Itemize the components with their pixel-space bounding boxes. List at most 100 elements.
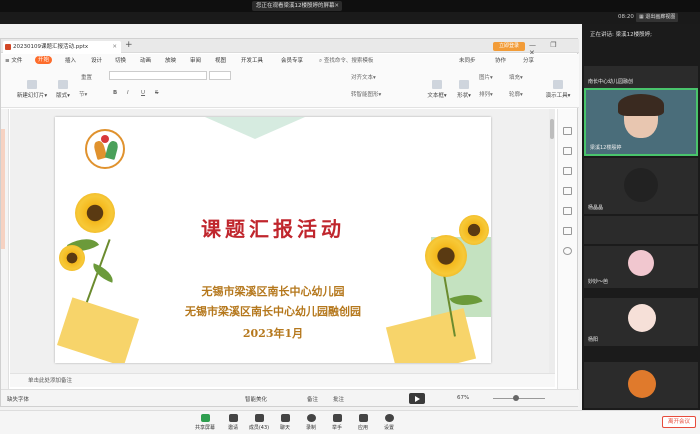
apps-label: 应用 [357, 425, 368, 431]
participant-name: 梁溪12楼殷婷 [590, 145, 622, 151]
smartart-button[interactable]: 转智能图形▾ [351, 90, 381, 98]
underline-button[interactable]: U [141, 90, 145, 96]
share-screen-label: 共享屏幕 [194, 425, 215, 431]
layout-button[interactable]: 版式▾ [53, 80, 73, 99]
tab-design[interactable]: 设计 [91, 56, 102, 64]
collab-button[interactable]: 协作 [495, 56, 506, 64]
tab-member[interactable]: 会员专享 [281, 56, 303, 64]
share-screen-icon [200, 414, 210, 422]
section-button[interactable]: 节▾ [79, 90, 87, 98]
chat-button[interactable]: 聊天 [272, 414, 298, 431]
tab-view[interactable]: 视图 [215, 56, 226, 64]
participant-tile[interactable]: 南长中心幼儿园融创 [584, 66, 698, 88]
kindergarten-logo [85, 129, 125, 169]
document-tab[interactable]: 20230109课题汇报活动.pptx ✕ [3, 41, 121, 53]
slides-icon[interactable] [563, 167, 572, 175]
side-tool-panel [557, 109, 577, 389]
invite-button[interactable]: 邀请 [220, 414, 246, 431]
pen-icon[interactable] [563, 147, 572, 155]
settings-button[interactable]: 设置 [376, 414, 402, 431]
thumbnail-rail[interactable] [1, 109, 9, 389]
vertical-scrollbar[interactable] [549, 109, 555, 373]
align-text-button[interactable]: 对齐文本▾ [351, 73, 376, 81]
record-icon [306, 414, 316, 422]
apps-button[interactable]: 应用 [350, 414, 376, 431]
wps-window: 20230109课题汇报活动.pptx ✕ + 立即登录 — ❐ ✕ ≡ 文件 … [0, 38, 579, 407]
zoom-level[interactable]: 67% [457, 395, 469, 401]
leave-meeting-button[interactable]: 离开会议 [662, 416, 696, 428]
help-icon[interactable] [563, 247, 572, 255]
record-button[interactable]: 录制 [298, 414, 324, 431]
tab-transition[interactable]: 切换 [115, 56, 126, 64]
chat-icon [280, 414, 290, 422]
scroll-thumb[interactable] [550, 119, 554, 139]
settings-label: 设置 [383, 425, 394, 431]
gallery-view-button[interactable]: ▦ 退出画廊视图 [636, 13, 679, 22]
zoom-slider-knob[interactable] [513, 395, 519, 401]
tab-animation[interactable]: 动画 [140, 56, 151, 64]
tab-slideshow[interactable]: 放映 [165, 56, 176, 64]
menu-bar: ≡ 文件 开始 插入 设计 切换 动画 放映 审阅 视图 开发工具 会员专享 ⌕… [1, 54, 579, 66]
participant-tile[interactable]: 杨晶晶 [584, 158, 698, 214]
slide[interactable]: 课题汇报活动 无锡市梁溪区南长中心幼儿园 无锡市梁溪区南长中心幼儿园融创园 20… [55, 117, 491, 363]
participant-name: 南长中心幼儿园融创 [588, 79, 634, 85]
style-icon[interactable] [563, 227, 572, 235]
participant-tile-active[interactable]: 梁溪12楼殷婷 [584, 88, 698, 156]
status-bar: 缺失字体 智能美化 备注 批注 67% [1, 389, 579, 406]
outline-button[interactable]: 轮廓▾ [509, 90, 523, 98]
annotate-toggle[interactable]: 批注 [333, 395, 344, 403]
arrange-button[interactable]: 排列▾ [479, 90, 493, 98]
current-thumbnail[interactable] [1, 129, 5, 249]
textbox-button[interactable]: 文本框▾ [425, 80, 449, 99]
slide-date: 2023年1月 [242, 327, 304, 340]
font-family-select[interactable] [109, 71, 207, 80]
tab-review[interactable]: 审阅 [190, 56, 201, 64]
command-search[interactable]: ⌕ 查找命令、搜索模板 [319, 56, 373, 65]
missing-font-indicator[interactable]: 缺失字体 [7, 395, 29, 403]
zoom-slider[interactable] [493, 395, 545, 401]
play-slideshow-button[interactable] [409, 393, 425, 404]
participant-tile[interactable]: 杨阳 [584, 298, 698, 346]
notes-toggle[interactable]: 备注 [307, 395, 318, 403]
participant-tile[interactable] [584, 362, 698, 408]
layout-icon [58, 80, 68, 89]
sunflower [59, 245, 85, 271]
share-button[interactable]: 分享 [523, 56, 534, 64]
menu-file[interactable]: ≡ 文件 [5, 56, 22, 64]
participant-tile[interactable]: 妙妙～芭 [584, 246, 698, 288]
new-slide-button[interactable]: 新建幻灯片▾ [15, 80, 49, 99]
location-icon[interactable] [563, 207, 572, 215]
property-icon[interactable] [563, 127, 572, 135]
strike-button[interactable]: S [155, 90, 159, 96]
slide-title: 课题汇报活动 [201, 217, 345, 241]
tab-start[interactable]: 开始 [35, 56, 53, 64]
new-slide-icon [27, 80, 37, 89]
font-size-select[interactable] [209, 71, 231, 80]
share-screen-button[interactable]: 共享屏幕 [192, 414, 218, 431]
raise-hand-button[interactable]: 举手 [324, 414, 350, 431]
notes-pane[interactable]: 单击此处添加备注 [10, 373, 555, 387]
bold-button[interactable]: B [113, 90, 117, 96]
slide-canvas: 课题汇报活动 无锡市梁溪区南长中心幼儿园 无锡市梁溪区南长中心幼儿园融创园 20… [10, 109, 555, 373]
italic-button[interactable]: I [127, 90, 129, 96]
animation-icon[interactable] [563, 187, 572, 195]
close-tab-icon[interactable]: ✕ [112, 41, 117, 53]
tab-insert[interactable]: 插入 [65, 56, 76, 64]
new-tab-button[interactable]: + [125, 40, 133, 50]
close-icon[interactable]: ✕ [334, 1, 339, 11]
smart-beautify-button[interactable]: 智能美化 [245, 395, 267, 403]
logo-dot [101, 135, 109, 143]
meeting-top-bar: 08:20 ▦ 退出画廊视图 [0, 12, 700, 24]
ribbon: 新建幻灯片▾ 版式▾ 节▾ 重置 B I U S 对齐文本▾ 转智能图形▾ 文本… [1, 66, 579, 108]
picture-button[interactable]: 图片▾ [479, 73, 493, 81]
tab-developer[interactable]: 开发工具 [241, 56, 263, 64]
sync-status[interactable]: 未同步 [459, 56, 476, 64]
meeting-toolbar: 共享屏幕 邀请 成员(43) 聊天 录制 举手 应用 设置 离开会议 [0, 410, 700, 434]
shape-button[interactable]: 形状▾ [453, 80, 475, 99]
reset-button[interactable]: 重置 [81, 73, 92, 81]
members-button[interactable]: 成员(43) [246, 414, 272, 431]
present-tools-button[interactable]: 演示工具▾ [541, 80, 575, 99]
login-button[interactable]: 立即登录 [493, 42, 525, 51]
fill-button[interactable]: 填充▾ [509, 73, 523, 81]
participant-tile[interactable] [584, 216, 698, 244]
